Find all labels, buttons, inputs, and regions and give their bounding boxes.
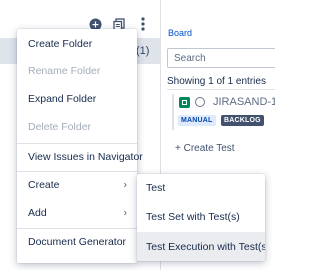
submenu-item-label: Test Execution with Test(s) <box>146 240 265 253</box>
board-title: Board <box>168 28 193 38</box>
chevron-right-icon: › <box>123 207 127 219</box>
menu-item-label: Delete Folder <box>28 121 92 133</box>
issue-select-radio[interactable] <box>195 97 205 107</box>
menu-item-label: Create <box>28 179 60 191</box>
menu-item-create-folder[interactable]: Create Folder <box>17 31 137 57</box>
menu-item-view-issues-in-navigator[interactable]: View Issues in Navigator <box>17 144 143 170</box>
menu-item-delete-folder: Delete Folder <box>17 114 137 140</box>
submenu-item-label: Test Set with Test(s) <box>146 211 240 223</box>
chevron-right-icon: › <box>123 179 127 191</box>
issue-key[interactable]: JIRASAND-18 <box>213 96 275 108</box>
menu-item-label: View Issues in Navigator <box>28 151 143 163</box>
menu-item-label: Rename Folder <box>28 65 101 77</box>
folder-context-menu: Create Folder Rename Folder Expand Folde… <box>17 29 143 263</box>
menu-item-label: Add <box>28 207 47 219</box>
menu-item-document-generator[interactable]: Document Generator <box>17 229 137 255</box>
more-vertical-icon[interactable] <box>135 16 151 32</box>
backlog-lozenge: BACKLOG <box>221 115 264 126</box>
menu-item-label: Create Folder <box>28 38 93 50</box>
manual-lozenge: MANUAL <box>178 115 216 126</box>
submenu-item-label: Test <box>146 182 166 194</box>
entries-divider <box>167 89 275 90</box>
menu-item-expand-folder[interactable]: Expand Folder <box>17 86 137 112</box>
search-input[interactable] <box>167 48 275 68</box>
create-test-link[interactable]: + Create Test <box>175 143 235 154</box>
menu-item-create[interactable]: Create › <box>17 172 137 198</box>
submenu-item-test-execution[interactable]: Test Execution with Test(s) <box>137 232 265 261</box>
test-issue-type-icon <box>179 97 190 108</box>
menu-item-label: Expand Folder <box>28 93 97 105</box>
folder-test-count: (1) <box>136 45 150 57</box>
entries-count-text: Showing 1 of 1 entries <box>167 76 266 87</box>
submenu-item-test[interactable]: Test <box>137 174 265 202</box>
menu-item-rename-folder: Rename Folder <box>17 58 137 84</box>
menu-item-add[interactable]: Add › <box>17 200 137 226</box>
app-stage: (1) Board Showing 1 of 1 entries JIRASAN… <box>0 0 275 270</box>
submenu-item-test-set[interactable]: Test Set with Test(s) <box>137 203 265 231</box>
create-submenu: Test Test Set with Test(s) Test Executio… <box>137 174 265 261</box>
menu-item-label: Document Generator <box>28 236 127 248</box>
